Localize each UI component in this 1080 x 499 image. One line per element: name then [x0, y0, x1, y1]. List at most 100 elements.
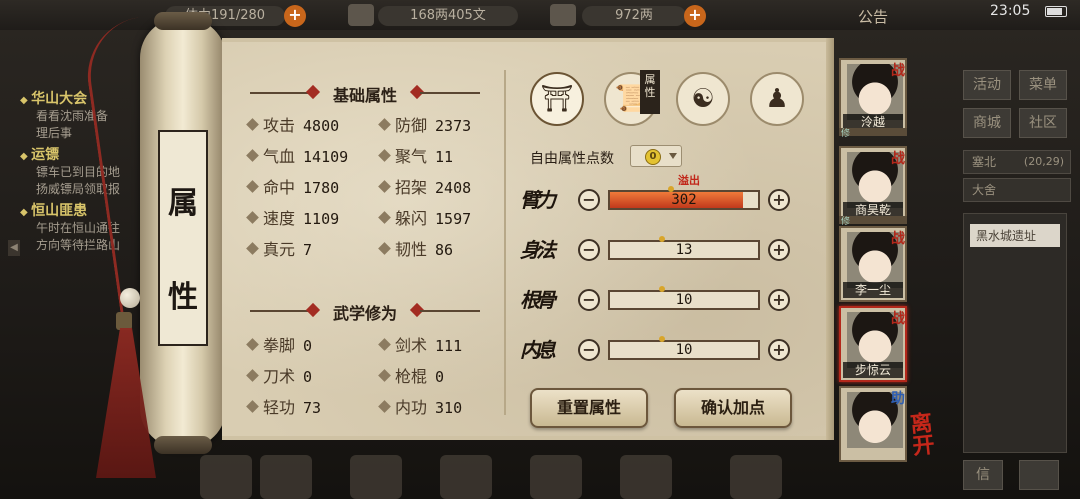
increase-button[interactable]: + — [768, 189, 790, 211]
stat-value: 310 — [435, 399, 463, 417]
stat-item: 防御 2373 — [378, 112, 472, 136]
scroll-title-label: 属 性 — [158, 130, 208, 346]
package-icon[interactable] — [260, 455, 312, 499]
character-card[interactable]: 战李一尘 — [839, 226, 907, 302]
paper-edge — [826, 38, 834, 440]
attribute-name: 根骨 — [520, 288, 556, 312]
stat-label: 轻功 — [263, 398, 296, 417]
attribute-row: 臂力 − 302 溢出 + — [520, 174, 810, 220]
decrease-button[interactable]: − — [578, 239, 600, 261]
community-button[interactable]: 社区 — [1019, 108, 1067, 138]
menu-button[interactable]: 菜单 — [1019, 70, 1067, 100]
bag-icon[interactable] — [200, 455, 252, 499]
diamond-icon — [246, 211, 259, 224]
stat-item: 轻功 73 — [246, 394, 322, 418]
role-badge: 助 — [891, 391, 905, 407]
stat-item: 刀术 0 — [246, 363, 312, 387]
stat-item: 速度 1109 — [246, 205, 339, 229]
attribute-bar: 13 — [608, 236, 760, 260]
stat-item: 攻击 4800 — [246, 112, 339, 136]
character-name: 李一尘 — [843, 282, 903, 298]
confirm-points-button[interactable]: 确认加点 — [674, 388, 792, 428]
character-card[interactable]: 战商昊乾 — [839, 146, 907, 222]
silver-ingot-icon — [550, 4, 576, 26]
clock: 23:05 — [990, 3, 1031, 19]
overflow-tag: 溢出 — [678, 174, 700, 187]
reset-attributes-button[interactable]: 重置属性 — [530, 388, 648, 428]
increase-button[interactable]: + — [768, 239, 790, 261]
column-divider — [504, 70, 506, 415]
sub-location[interactable]: 大舍 — [963, 178, 1071, 202]
map-icon[interactable] — [730, 455, 782, 499]
decrease-button[interactable]: − — [578, 289, 600, 311]
diamond-icon — [246, 338, 259, 351]
decrease-button[interactable]: − — [578, 339, 600, 361]
coins-icon — [348, 4, 374, 26]
diamond-icon — [246, 400, 259, 413]
tassel-ring — [116, 312, 132, 330]
stat-value: 2373 — [435, 117, 472, 135]
attribute-bar: 10 — [608, 286, 760, 310]
character-card[interactable]: 战步惊云 — [839, 306, 907, 382]
martial-icon[interactable] — [350, 455, 402, 499]
stat-item: 真元 7 — [246, 236, 312, 260]
stat-label: 聚气 — [395, 147, 428, 166]
roller-cap — [154, 12, 212, 30]
stat-item: 剑术 111 — [378, 332, 462, 356]
shop-button[interactable]: 商城 — [963, 108, 1011, 138]
diamond-icon — [246, 118, 259, 131]
increase-button[interactable]: + — [768, 289, 790, 311]
increase-button[interactable]: + — [768, 339, 790, 361]
stat-label: 气血 — [263, 147, 296, 166]
stat-label: 刀术 — [263, 367, 296, 386]
hat-icon[interactable]: ⛩ — [530, 72, 584, 126]
place-list: 黑水城遗址 — [963, 213, 1067, 453]
attribute-name: 内息 — [520, 338, 556, 362]
stat-value: 73 — [303, 399, 322, 417]
scroll-title-char: 属 — [168, 186, 198, 221]
formation-icon[interactable] — [440, 455, 492, 499]
free-points-box[interactable]: 0 — [630, 145, 682, 167]
stat-label: 内功 — [395, 398, 428, 417]
stat-label: 韧性 — [395, 240, 428, 259]
bagua-icon[interactable]: ☯ — [676, 72, 730, 126]
diamond-icon — [378, 369, 391, 382]
stat-label: 攻击 — [263, 116, 296, 135]
misc-button[interactable] — [1019, 460, 1059, 490]
diamond-icon — [378, 242, 391, 255]
attribute-bar: 302 — [608, 186, 760, 210]
character-card[interactable]: 战泠越 — [839, 58, 907, 134]
place-item[interactable]: 黑水城遗址 — [970, 224, 1060, 247]
silver-display: 972两 — [582, 6, 686, 26]
stat-item: 拳脚 0 — [246, 332, 312, 356]
stat-label: 招架 — [395, 178, 428, 197]
skill-icon[interactable] — [530, 455, 582, 499]
stat-value: 14109 — [303, 148, 349, 166]
stat-label: 躲闪 — [395, 209, 428, 228]
add-silver-button[interactable]: + — [684, 5, 706, 27]
activity-button[interactable]: 活动 — [963, 70, 1011, 100]
leave-button[interactable]: 离开 — [909, 410, 955, 470]
attribute-name: 身法 — [520, 238, 556, 262]
diamond-icon — [246, 180, 259, 193]
right-side-menu: 活动 菜单 商城 社区 塞北 (20,29) 大舍 黑水城遗址 信 — [955, 58, 1071, 498]
stat-item: 枪棍 0 — [378, 363, 444, 387]
add-stamina-button[interactable]: + — [284, 5, 306, 27]
role-badge: 战 — [891, 151, 905, 167]
notice-button[interactable]: 公告 — [858, 6, 888, 27]
role-badge: 战 — [891, 311, 905, 327]
character-card[interactable]: 助 — [839, 386, 907, 462]
role-badge: 战 — [891, 63, 905, 79]
attribute-value: 13 — [675, 242, 693, 258]
body-icon[interactable]: ♟ — [750, 72, 804, 126]
letter-button[interactable]: 信 — [963, 460, 1003, 490]
stat-label: 速度 — [263, 209, 296, 228]
attribute-value: 10 — [675, 292, 693, 308]
journal-icon[interactable] — [620, 455, 672, 499]
stat-value: 86 — [435, 241, 454, 259]
martial-heading: 武学修为 — [240, 300, 490, 323]
stat-item: 命中 1780 — [246, 174, 339, 198]
cultivation-label: 修 — [841, 129, 851, 139]
collapse-left-icon[interactable]: ◀ — [8, 240, 20, 256]
decrease-button[interactable]: − — [578, 189, 600, 211]
